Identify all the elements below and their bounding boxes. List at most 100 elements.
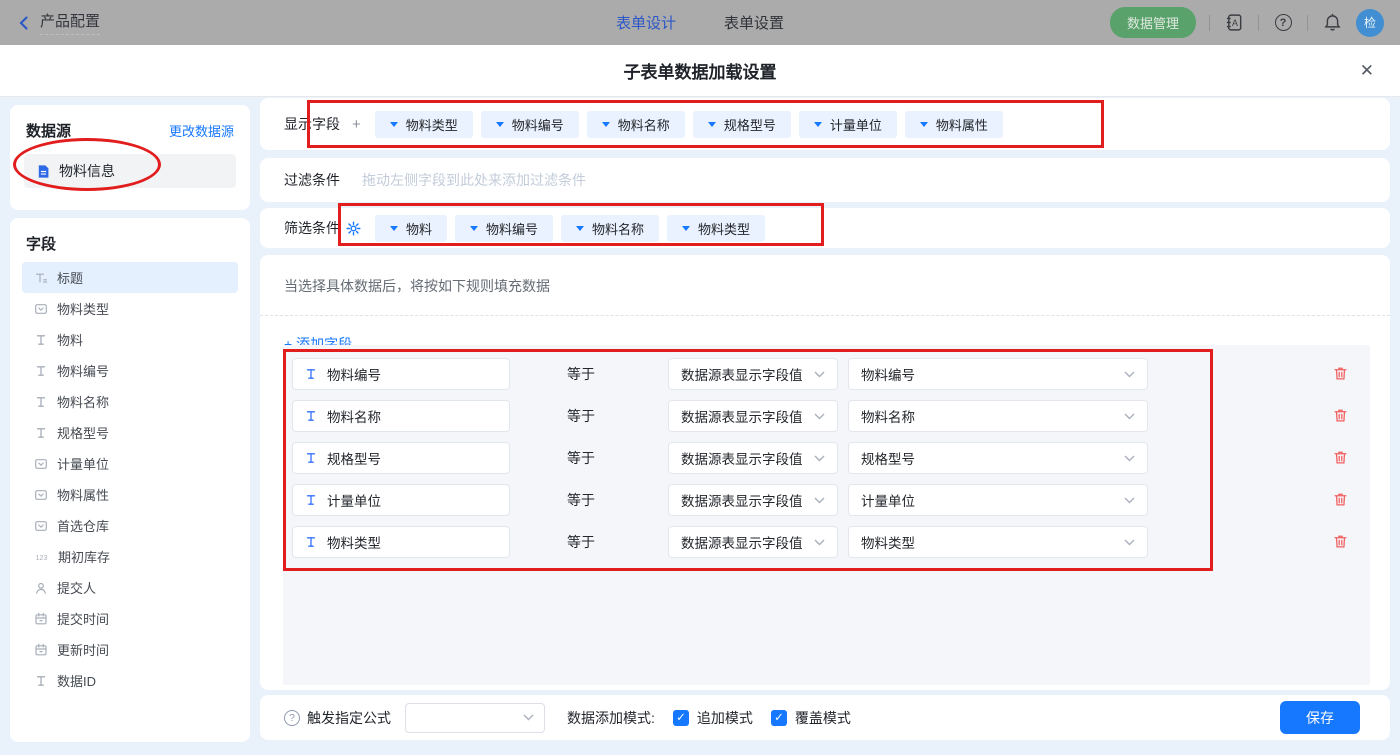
fields-card: 字段 标题 物料类型 物料 物料编号 物料名称 规格型号 计量单位 物料属性 首选仓库 123 期初…	[10, 218, 250, 742]
text-icon	[304, 493, 318, 507]
field-item[interactable]: 物料名称	[22, 386, 238, 417]
rule-field-label: 计量单位	[327, 494, 381, 509]
field-tag[interactable]: 物料类型	[374, 110, 473, 138]
delete-rule-trash-icon[interactable]	[1333, 408, 1348, 423]
source-value-select[interactable]: 数据源表显示字段值	[668, 442, 838, 474]
target-field-select[interactable]: 物料类型	[848, 526, 1148, 558]
field-item[interactable]: 首选仓库	[22, 510, 238, 541]
field-item[interactable]: 物料	[22, 324, 238, 355]
help-icon[interactable]: ?	[1272, 12, 1294, 34]
tag-label: 物料	[406, 221, 433, 237]
data-add-mode-label: 数据添加模式:	[567, 709, 655, 726]
rule-field-input[interactable]: 物料编号	[292, 358, 510, 390]
field-tag[interactable]: 物料名称	[561, 214, 660, 242]
source-value-select[interactable]: 数据源表显示字段值	[668, 358, 838, 390]
notification-bell-icon[interactable]	[1321, 12, 1343, 34]
field-item[interactable]: 提交时间	[22, 603, 238, 634]
rules-card: 当选择具体数据后，将按如下规则填充数据 + 添加字段 物料编号 等于 数据源表显示字…	[260, 255, 1390, 690]
tab-form-settings[interactable]: 表单设置	[724, 12, 784, 33]
back-button[interactable]: 产品配置	[16, 10, 101, 35]
address-book-icon[interactable]: A	[1223, 12, 1245, 34]
field-item[interactable]: 计量单位	[22, 448, 238, 479]
display-fields-row: 显示字段 + 物料类型 物料编号 物料名称 规格型号 计量单位 物料属性	[260, 98, 1390, 150]
chevron-down-icon	[814, 539, 825, 546]
field-tag[interactable]: 物料	[375, 214, 448, 242]
text-icon	[34, 395, 48, 409]
overwrite-mode-checkbox[interactable]: 覆盖模式	[770, 708, 851, 728]
select-icon	[34, 488, 48, 502]
data-manage-button[interactable]: 数据管理	[1109, 7, 1196, 38]
source-value-select[interactable]: 数据源表显示字段值	[668, 400, 838, 432]
screen-field-tags: 物料 物料编号 物料名称 物料类型	[375, 214, 766, 242]
text-icon	[34, 426, 48, 440]
delete-rule-trash-icon[interactable]	[1333, 534, 1348, 549]
user-avatar[interactable]: 检	[1356, 8, 1384, 37]
datasource-item[interactable]: 物料信息	[24, 154, 236, 188]
field-tag[interactable]: 物料编号	[480, 110, 579, 138]
field-item[interactable]: 更新时间	[22, 634, 238, 665]
tab-form-design[interactable]: 表单设计	[616, 12, 676, 33]
formula-help-icon[interactable]: ?	[284, 709, 300, 726]
rule-operator: 等于	[567, 534, 595, 550]
rule-field-input[interactable]: 规格型号	[292, 442, 510, 474]
delete-rule-trash-icon[interactable]	[1333, 366, 1348, 381]
field-tag[interactable]: 物料属性	[904, 110, 1003, 138]
field-item[interactable]: 123 期初库存	[22, 541, 238, 572]
field-item-label: 期初库存	[58, 550, 111, 565]
source-value-label: 数据源表显示字段值	[681, 452, 803, 467]
chevron-down-icon	[1124, 539, 1135, 546]
source-value-label: 数据源表显示字段值	[681, 536, 803, 551]
field-tag[interactable]: 规格型号	[692, 110, 791, 138]
field-item[interactable]: 物料类型	[22, 293, 238, 324]
topbar-tabs: 表单设计 表单设置	[616, 12, 784, 33]
save-button[interactable]: 保存	[1280, 701, 1360, 734]
tag-label: 物料编号	[486, 221, 539, 237]
rule-operator: 等于	[567, 492, 595, 508]
select-icon	[34, 457, 48, 471]
delete-rule-trash-icon[interactable]	[1333, 492, 1348, 507]
field-item-label: 更新时间	[57, 643, 110, 658]
target-field-select[interactable]: 规格型号	[848, 442, 1148, 474]
target-field-label: 物料名称	[861, 410, 915, 425]
field-item-label: 首选仓库	[57, 519, 110, 534]
add-display-field-button[interactable]: +	[352, 116, 361, 133]
rule-field-input[interactable]: 计量单位	[292, 484, 510, 516]
append-mode-checkbox[interactable]: 追加模式	[672, 708, 753, 728]
user-icon	[34, 581, 48, 595]
field-item[interactable]: 标题	[22, 262, 238, 293]
rule-field-input[interactable]: 物料类型	[292, 526, 510, 558]
field-item[interactable]: 数据ID	[22, 665, 238, 696]
rule-field-input[interactable]: 物料名称	[292, 400, 510, 432]
divider	[1209, 14, 1210, 31]
field-item[interactable]: 物料属性	[22, 479, 238, 510]
change-datasource-link[interactable]: 更改数据源	[169, 121, 234, 140]
source-value-select[interactable]: 数据源表显示字段值	[668, 526, 838, 558]
field-item[interactable]: 物料编号	[22, 355, 238, 386]
field-tag[interactable]: 物料名称	[586, 110, 685, 138]
target-field-select[interactable]: 物料编号	[848, 358, 1148, 390]
close-icon[interactable]: ✕	[1360, 61, 1374, 81]
target-field-select[interactable]: 计量单位	[848, 484, 1148, 516]
field-tag[interactable]: 物料编号	[455, 214, 554, 242]
back-label: 产品配置	[40, 10, 101, 35]
formula-select[interactable]	[405, 702, 545, 733]
formula-label: 触发指定公式	[307, 709, 391, 726]
svg-text:123: 123	[36, 555, 48, 562]
field-tag[interactable]: 计量单位	[798, 110, 897, 138]
field-item-label: 物料属性	[57, 488, 110, 503]
field-item[interactable]: 规格型号	[22, 417, 238, 448]
filter-dropzone[interactable]: 拖动左侧字段到此处来添加过滤条件	[362, 170, 586, 190]
delete-rule-trash-icon[interactable]	[1333, 450, 1348, 465]
field-item-label: 计量单位	[57, 457, 110, 472]
source-value-select[interactable]: 数据源表显示字段值	[668, 484, 838, 516]
chevron-down-icon	[1124, 413, 1135, 420]
field-tag[interactable]: 物料类型	[667, 214, 766, 242]
field-list: 标题 物料类型 物料物料编号物料名称规格型号计量单位物料属性首选仓库 123 期初库存提…	[10, 262, 250, 696]
field-item-label: 规格型号	[57, 426, 110, 441]
checkbox-checked-icon	[770, 709, 787, 726]
gear-icon[interactable]	[346, 220, 361, 236]
target-field-select[interactable]: 物料名称	[848, 400, 1148, 432]
field-item[interactable]: 提交人	[22, 572, 238, 603]
field-item-label: 物料编号	[57, 364, 110, 379]
back-chevron-icon	[16, 15, 32, 31]
